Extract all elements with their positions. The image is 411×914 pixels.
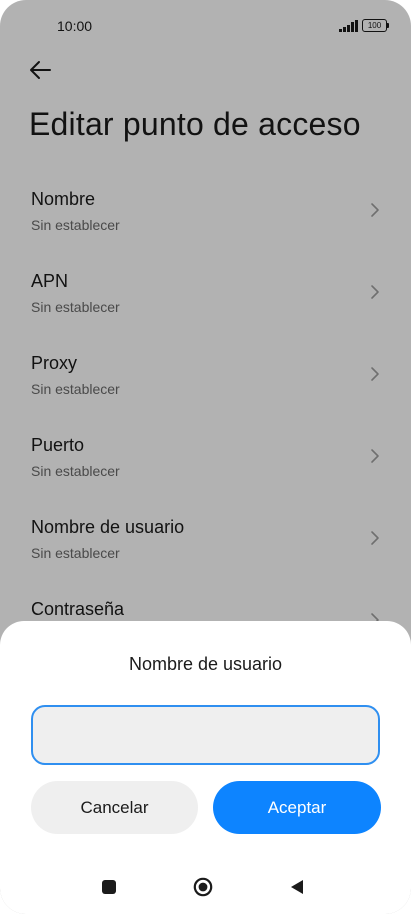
username-dialog: Nombre de usuario Cancelar Aceptar <box>0 621 411 914</box>
home-circle-icon[interactable] <box>193 877 213 897</box>
recents-square-icon[interactable] <box>102 880 116 894</box>
navigation-bar <box>0 860 411 914</box>
dialog-title: Nombre de usuario <box>128 654 283 674</box>
accept-button[interactable]: Aceptar <box>213 781 381 834</box>
cancel-button[interactable]: Cancelar <box>31 781 198 834</box>
back-triangle-icon[interactable] <box>289 879 305 895</box>
screen: 10:00 100 Editar punto de acceso Nombre … <box>0 0 411 914</box>
username-input[interactable] <box>31 705 380 765</box>
